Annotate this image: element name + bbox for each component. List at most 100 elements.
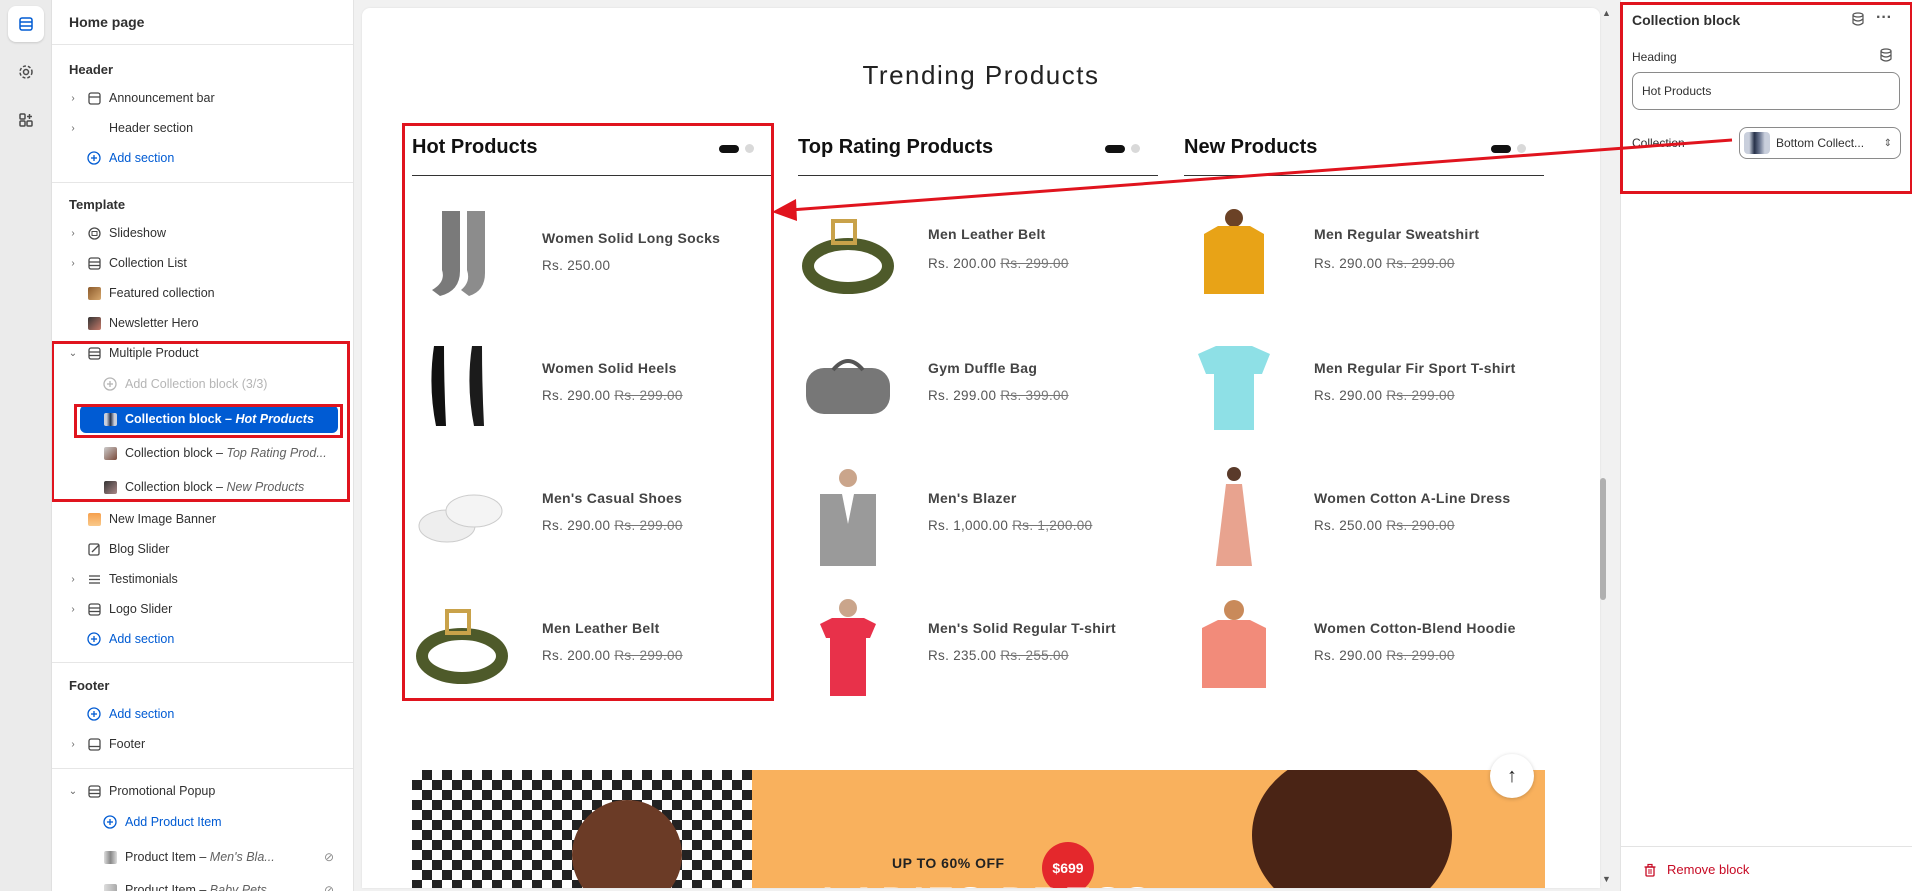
product-card[interactable]: Men's Solid Regular T-shirt Rs. 235.00 R… xyxy=(798,592,1158,702)
eye-off-icon[interactable]: ⊘ xyxy=(324,883,334,891)
list-icon xyxy=(87,572,101,586)
section-blog-slider[interactable]: Blog Slider xyxy=(52,535,353,563)
add-product-item-label: Add Product Item xyxy=(125,815,222,829)
section-announcement-bar[interactable]: › Announcement bar xyxy=(52,84,353,112)
product-card[interactable]: Men Regular Sweatshirt Rs. 290.00 Rs. 29… xyxy=(1184,202,1544,312)
image-thumbnail-icon xyxy=(103,850,117,864)
product-card[interactable]: Men's Blazer Rs. 1,000.00 Rs. 1,200.00 xyxy=(798,462,1158,572)
slider-dot[interactable] xyxy=(745,144,754,153)
image-thumbnail-icon xyxy=(103,412,117,426)
eye-off-icon[interactable]: ⊘ xyxy=(324,850,334,864)
collection-block-new-products[interactable]: Collection block – New Products xyxy=(52,473,353,501)
sections-nav-button[interactable] xyxy=(8,6,44,42)
column-header: Hot Products xyxy=(412,126,772,176)
section-header[interactable]: › Header section xyxy=(52,114,353,142)
preview-area: Trending Products Hot Products Women Sol… xyxy=(354,0,1620,891)
section-label: Logo Slider xyxy=(109,602,173,616)
product-price: Rs. 1,000.00 Rs. 1,200.00 xyxy=(928,518,1093,533)
product-price: Rs. 250.00 xyxy=(542,258,611,273)
product-card[interactable]: Men's Casual Shoes Rs. 290.00 Rs. 299.00 xyxy=(412,462,772,572)
add-section-label: Add section xyxy=(109,632,175,646)
product-name: Men Leather Belt xyxy=(928,226,1046,242)
section-collection-list[interactable]: › Collection List xyxy=(52,249,353,277)
product-item-mens-blazer[interactable]: Product Item – Men's Bla... ⊘ xyxy=(52,843,353,871)
product-price: Rs. 250.00 Rs. 290.00 xyxy=(1314,518,1455,533)
chevron-right-icon[interactable]: › xyxy=(68,604,78,615)
section-newsletter-hero[interactable]: Newsletter Hero xyxy=(52,309,353,337)
section-logo-slider[interactable]: › Logo Slider xyxy=(52,595,353,623)
add-section-footer-button[interactable]: Add section xyxy=(52,700,353,728)
image-thumbnail-icon xyxy=(103,480,117,494)
collection-picker[interactable]: Bottom Collect... ⇕ xyxy=(1739,127,1901,159)
add-product-item-button[interactable]: Add Product Item xyxy=(52,808,353,836)
chevron-right-icon[interactable]: › xyxy=(68,574,78,585)
more-options-icon[interactable]: ··· xyxy=(1876,9,1892,27)
scroll-down-icon[interactable]: ▼ xyxy=(1602,874,1611,884)
product-item-baby-pets[interactable]: Product Item – Baby Pets ⊘ xyxy=(52,876,353,891)
chevron-down-icon[interactable]: ⌄ xyxy=(68,348,78,359)
theme-settings-button[interactable] xyxy=(8,54,44,90)
slider-dot[interactable] xyxy=(1131,144,1140,153)
section-testimonials[interactable]: › Testimonials xyxy=(52,565,353,593)
chevron-right-icon[interactable]: › xyxy=(68,123,78,134)
image-banner[interactable]: UP TO 60% OFF $699 LADIES DRESS xyxy=(412,770,1545,888)
section-slideshow[interactable]: › Slideshow xyxy=(52,219,353,247)
product-card[interactable]: Gym Duffle Bag Rs. 299.00 Rs. 399.00 xyxy=(798,332,1158,442)
storefront-preview[interactable]: Trending Products Hot Products Women Sol… xyxy=(362,8,1600,888)
chevron-down-icon[interactable]: ⌄ xyxy=(68,786,78,797)
add-section-header-button[interactable]: Add section xyxy=(52,144,353,172)
divider xyxy=(52,182,353,183)
collection-block-top-rating[interactable]: Collection block – Top Rating Prod... xyxy=(52,439,353,467)
product-price: Rs. 235.00 Rs. 255.00 xyxy=(928,648,1069,663)
section-label: Collection List xyxy=(109,256,187,270)
plus-circle-icon xyxy=(87,632,101,646)
product-card[interactable]: Men Regular Fir Sport T-shirt Rs. 290.00… xyxy=(1184,332,1544,442)
product-name: Women Solid Heels xyxy=(542,360,677,376)
section-heading: Trending Products xyxy=(862,60,1100,90)
preview-scrollbar[interactable] xyxy=(1600,478,1606,600)
section-featured-collection[interactable]: Featured collection xyxy=(52,279,353,307)
scroll-up-icon[interactable]: ▲ xyxy=(1602,8,1611,18)
slider-dots[interactable] xyxy=(1491,144,1526,153)
block-label: Collection block – Hot Products xyxy=(125,412,314,426)
product-price: Rs. 290.00 Rs. 299.00 xyxy=(542,518,683,533)
product-price: Rs. 290.00 Rs. 299.00 xyxy=(1314,388,1455,403)
remove-block-button[interactable]: Remove block xyxy=(1643,862,1749,877)
product-image-hoodie xyxy=(1202,600,1266,688)
divider xyxy=(52,662,353,663)
apps-button[interactable] xyxy=(8,102,44,138)
chevron-right-icon[interactable]: › xyxy=(68,739,78,750)
back-to-top-button[interactable]: ↑ xyxy=(1490,754,1534,798)
product-image-shoes xyxy=(418,494,503,543)
section-multiple-product[interactable]: ⌄ Multiple Product xyxy=(52,339,353,367)
product-image-dress xyxy=(1216,467,1252,566)
slider-dot-active[interactable] xyxy=(1491,144,1511,153)
product-card[interactable]: Women Cotton-Blend Hoodie Rs. 290.00 Rs.… xyxy=(1184,592,1544,702)
database-icon[interactable] xyxy=(1851,12,1865,29)
chevron-right-icon[interactable]: › xyxy=(68,93,78,104)
slider-dot-active[interactable] xyxy=(719,144,739,153)
slider-dots[interactable] xyxy=(719,144,754,153)
section-new-image-banner[interactable]: New Image Banner xyxy=(52,505,353,533)
product-card[interactable]: Men Leather Belt Rs. 200.00 Rs. 299.00 xyxy=(412,592,772,702)
product-price: Rs. 200.00 Rs. 299.00 xyxy=(542,648,683,663)
slider-dot-active[interactable] xyxy=(1105,144,1125,153)
add-collection-block-button[interactable]: Add Collection block (3/3) xyxy=(52,370,353,398)
slider-dot[interactable] xyxy=(1517,144,1526,153)
heading-input[interactable]: Hot Products xyxy=(1632,72,1900,110)
section-promotional-popup[interactable]: ⌄ Promotional Popup xyxy=(52,777,353,805)
database-icon[interactable] xyxy=(1879,48,1893,65)
chevron-right-icon[interactable]: › xyxy=(68,258,78,269)
product-card[interactable]: Women Solid Heels Rs. 290.00 Rs. 299.00 xyxy=(412,332,772,442)
header-group-label: Header xyxy=(69,62,114,77)
product-card[interactable]: Men Leather Belt Rs. 200.00 Rs. 299.00 xyxy=(798,202,1158,312)
section-footer[interactable]: › Footer xyxy=(52,730,353,758)
section-label: Blog Slider xyxy=(109,542,170,556)
slider-dots[interactable] xyxy=(1105,144,1140,153)
add-section-template-button[interactable]: Add section xyxy=(52,625,353,653)
chevron-right-icon[interactable]: › xyxy=(68,228,78,239)
product-card[interactable]: Women Cotton A-Line Dress Rs. 250.00 Rs.… xyxy=(1184,462,1544,572)
section-label: Header section xyxy=(109,121,194,135)
product-card[interactable]: Women Solid Long Socks Rs. 250.00 xyxy=(412,202,772,312)
collection-block-hot-products[interactable]: Collection block – Hot Products xyxy=(80,405,338,433)
